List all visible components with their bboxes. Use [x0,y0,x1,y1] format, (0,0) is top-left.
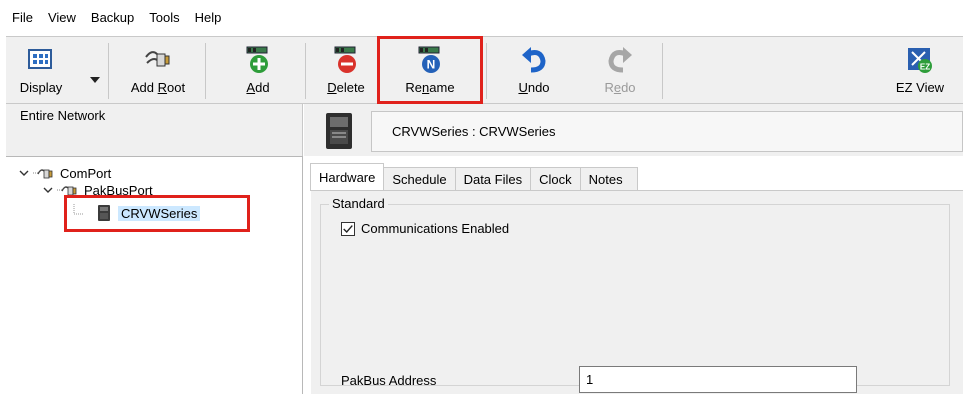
undo-button[interactable]: Undo [494,37,574,103]
delete-device-icon [334,46,356,73]
add-root-button[interactable]: Add Root [114,37,202,103]
ez-view-label: EZ View [895,80,945,95]
menu-bar: File View Backup Tools Help [0,0,963,34]
toolbar-separator [662,43,663,99]
svg-text:EZ: EZ [920,63,930,72]
device-header: CRVWSeries : CRVWSeries [304,104,963,156]
ez-view-icon: EZ [908,48,932,73]
comport-icon [33,169,53,179]
tab-hardware[interactable]: Hardware [310,163,385,191]
menu-backup[interactable]: Backup [91,10,134,25]
menu-file[interactable]: File [12,10,33,25]
network-panel-header: Entire Network [6,104,303,156]
device-title: CRVWSeries : CRVWSeries [392,124,556,139]
crvwseries-highlight [64,195,250,232]
device-name-field: CRVWSeries : CRVWSeries [371,111,963,152]
communications-enabled-checkbox[interactable] [341,222,355,236]
network-root-icon [145,51,170,67]
toolbar-separator [205,43,206,99]
display-grid-icon [28,49,52,69]
chevron-down-icon[interactable] [18,167,30,179]
add-label: Add [246,80,270,95]
ez-view-button[interactable]: EZ EZ View [880,37,960,103]
network-panel-title: Entire Network [20,108,106,123]
dropdown-arrow-icon[interactable] [90,77,100,83]
tab-data-files[interactable]: Data Files [454,167,532,191]
tree-item-label: ComPort [60,165,112,181]
toolbar-separator [486,43,487,99]
toolbar-separator [305,43,306,99]
menu-tools[interactable]: Tools [149,10,179,25]
menu-help[interactable]: Help [195,10,222,25]
datalogger-icon [326,113,352,149]
display-label: Display [19,80,63,95]
network-tree[interactable]: ComPort PakBusPort CRVWSeries [6,156,303,394]
hardware-tab-panel: Standard Communications Enabled PakBus A… [311,190,963,394]
redo-button[interactable]: Redo [580,37,660,103]
toolbar-separator [108,43,109,99]
menu-view[interactable]: View [48,10,76,25]
toolbar: Display Add Root Add Delete N Rename Und… [6,36,963,104]
add-button[interactable]: Add [218,37,298,103]
checkmark-icon [343,225,353,234]
tree-item-comport[interactable]: ComPort [18,164,111,182]
standard-group-title: Standard [329,196,388,211]
add-device-icon [246,46,268,73]
tab-notes[interactable]: Notes [579,167,638,191]
undo-icon [522,47,546,73]
communications-enabled-label[interactable]: Communications Enabled [361,221,509,236]
redo-label: Redo [604,80,636,95]
undo-label: Undo [518,80,550,95]
delete-label: Delete [327,80,365,95]
display-button[interactable]: Display [6,37,106,103]
rename-highlight [377,36,483,104]
redo-icon [608,47,632,73]
add-root-label: Add Root [130,80,186,95]
delete-button[interactable]: Delete [311,37,381,103]
tab-schedule[interactable]: Schedule [383,167,456,191]
tab-clock[interactable]: Clock [530,167,581,191]
pakbus-address-input[interactable] [579,366,857,393]
standard-group: Standard Communications Enabled PakBus A… [320,196,950,393]
chevron-down-icon[interactable] [42,184,54,196]
settings-tabs: Hardware Schedule Data Files Clock Notes [310,163,638,191]
pakbus-address-label: PakBus Address [341,373,437,388]
